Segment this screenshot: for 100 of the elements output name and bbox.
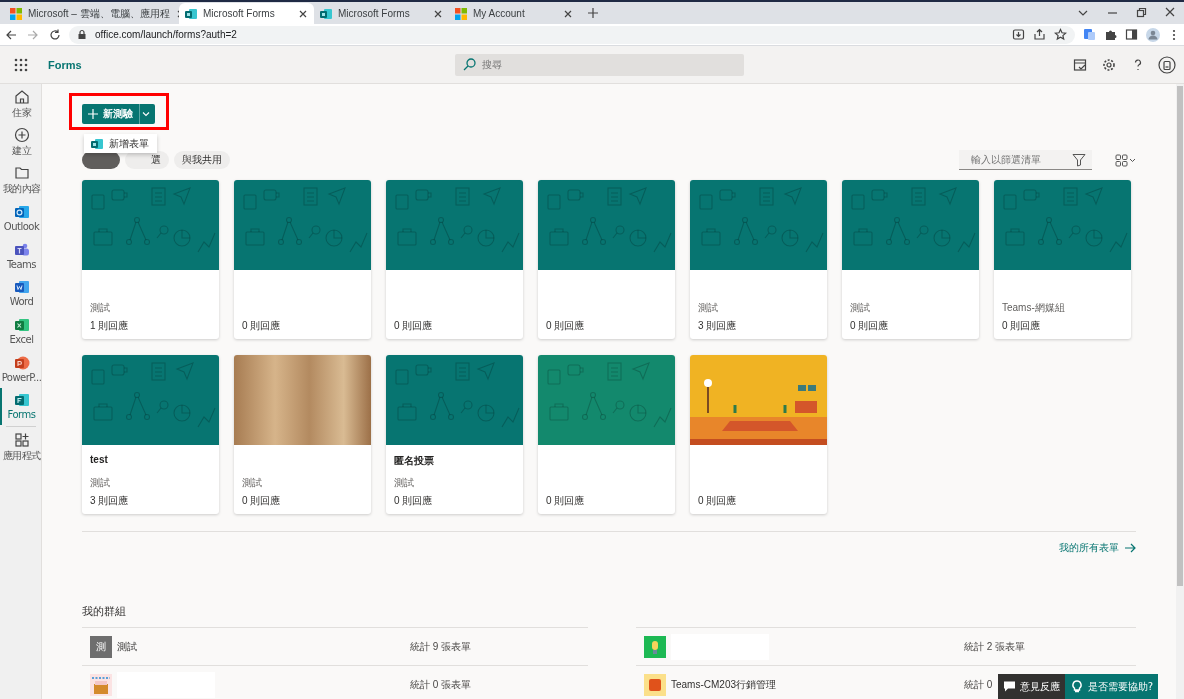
form-card[interactable]: 0 則回應 (538, 180, 675, 339)
forms-logo-icon (320, 7, 332, 20)
nav-item[interactable]: Teams (0, 236, 41, 275)
form-count: 統計 2 張表單 (964, 639, 1026, 654)
nav-item[interactable]: 住家 (0, 86, 41, 124)
filter-icon[interactable] (1072, 153, 1086, 167)
form-count: 統計 0 (964, 677, 993, 692)
teams-logo-icon (13, 241, 30, 258)
star-icon[interactable] (1054, 28, 1067, 41)
microsoft-logo-icon (10, 7, 22, 20)
square-avatar-icon (644, 673, 666, 696)
lightbulb-icon (1069, 680, 1084, 693)
forms-logo-icon (13, 392, 30, 409)
browser-tab[interactable]: My Account (449, 3, 579, 24)
response-count: 3 則回應 (90, 494, 130, 508)
response-count: 0 則回應 (850, 319, 890, 333)
feedback-button[interactable]: 意見反應 (997, 674, 1065, 699)
form-card[interactable]: 測試 1 則回應 (82, 180, 219, 339)
lock-icon (77, 29, 87, 40)
group-name: 測試 (394, 476, 415, 490)
response-count: 0 則回應 (394, 494, 434, 508)
group-name: 測試 (242, 476, 263, 490)
nav-item[interactable]: Excel (0, 312, 41, 350)
help-button[interactable]: 是否需要協助? (1064, 674, 1158, 699)
account-badge-icon[interactable] (1158, 55, 1176, 74)
folder-icon (13, 164, 30, 181)
word-logo-icon (13, 279, 30, 296)
form-title: test (90, 454, 109, 467)
form-card[interactable]: 測試 0 則回應 (234, 355, 371, 514)
browser-tab[interactable]: Microsoft Forms (179, 3, 314, 24)
menu-item[interactable]: 新增表單 (84, 134, 157, 153)
nav-item[interactable]: 建立 (0, 123, 41, 162)
puzzle-icon[interactable] (1104, 28, 1117, 41)
form-card[interactable]: 測試 0 則回應 (842, 180, 979, 339)
scrollbar[interactable] (1176, 84, 1184, 699)
reload-icon[interactable] (48, 28, 61, 41)
form-title: 匿名投票 (394, 454, 435, 468)
form-card[interactable]: 0 則回應 (234, 180, 371, 339)
filter-pill[interactable]: 與我共用 (174, 151, 230, 169)
close-icon[interactable] (563, 8, 573, 19)
outlook-logo-icon (13, 203, 30, 220)
app-launcher-icon[interactable] (14, 57, 28, 72)
close-icon[interactable] (433, 8, 443, 19)
arrow-right-icon (1124, 542, 1136, 554)
group-avatar: 測 (90, 635, 112, 658)
form-card[interactable]: 0 則回應 (538, 355, 675, 514)
group-name: 測試 (90, 301, 111, 315)
close-icon[interactable] (298, 8, 308, 19)
nav-item[interactable]: 我的內容 (0, 161, 41, 200)
nav-item[interactable]: Word (0, 274, 41, 313)
form-card[interactable]: 0 則回應 (386, 180, 523, 339)
grid-view-icon[interactable] (1115, 153, 1136, 167)
all-forms-link[interactable]: 我的所有表單 (1059, 541, 1136, 555)
form-card[interactable]: 匿名投票 測試 0 則回應 (386, 355, 523, 514)
address-bar[interactable]: office.com/launch/forms?auth=2 (69, 25, 1075, 44)
response-count: 1 則回應 (90, 319, 130, 333)
install-icon[interactable] (1012, 28, 1025, 41)
section-title: 我的群組 (82, 604, 126, 619)
settings-icon[interactable] (1102, 57, 1116, 72)
plus-circle-icon (13, 127, 30, 144)
form-card[interactable]: Teams-網媒組 0 則回應 (994, 180, 1131, 339)
response-count: 0 則回應 (546, 319, 586, 333)
group-name[interactable]: 測試 (117, 639, 137, 654)
calendar-check-icon[interactable] (1073, 57, 1087, 72)
group-name: Teams-網媒組 (1002, 301, 1066, 315)
group-name[interactable]: Teams-CM203行銷管理 (671, 677, 777, 692)
restore-icon[interactable] (1136, 7, 1147, 18)
new-dropdown-button[interactable] (139, 104, 152, 124)
forms-logo-icon (185, 7, 197, 20)
response-count: 0 則回應 (1002, 319, 1042, 333)
close-icon[interactable] (1165, 7, 1175, 17)
form-count: 統計 0 張表單 (410, 677, 472, 692)
browser-tab[interactable]: Microsoft Forms (314, 3, 449, 24)
search-field[interactable]: 搜尋 (455, 53, 744, 76)
group-name: 測試 (850, 301, 871, 315)
form-count: 統計 9 張表單 (410, 639, 472, 654)
filter-pill[interactable]: 選 (125, 151, 169, 169)
response-count: 0 則回應 (394, 319, 434, 333)
share-icon[interactable] (1033, 28, 1046, 41)
response-count: 0 則回應 (242, 494, 282, 508)
profile-avatar-icon[interactable] (1146, 27, 1160, 42)
nav-item[interactable]: Forms (0, 387, 41, 426)
form-card[interactable]: 測試 3 則回應 (690, 180, 827, 339)
form-card[interactable]: test 測試 3 則回應 (82, 355, 219, 514)
response-count: 3 則回應 (698, 319, 738, 333)
cake-avatar-icon (90, 673, 112, 696)
translate-icon[interactable] (1083, 28, 1096, 41)
filter-field[interactable]: 輸入以篩選清單 (959, 150, 1092, 170)
form-card[interactable]: 0 則回應 (690, 355, 827, 514)
nav-item[interactable]: Outlook (0, 199, 41, 237)
url-text: office.com/launch/forms?auth=2 (95, 29, 237, 40)
nav-item[interactable]: 應用程式 (0, 428, 41, 466)
more-icon[interactable] (1172, 28, 1176, 41)
search-icon (463, 57, 476, 71)
excel-logo-icon (13, 316, 30, 333)
new-tab-icon[interactable] (587, 7, 599, 19)
side-panel-icon[interactable] (1125, 28, 1138, 41)
home-icon (13, 89, 30, 106)
group-name: 測試 (698, 301, 719, 315)
nav-item[interactable]: PowerP... (0, 349, 41, 388)
